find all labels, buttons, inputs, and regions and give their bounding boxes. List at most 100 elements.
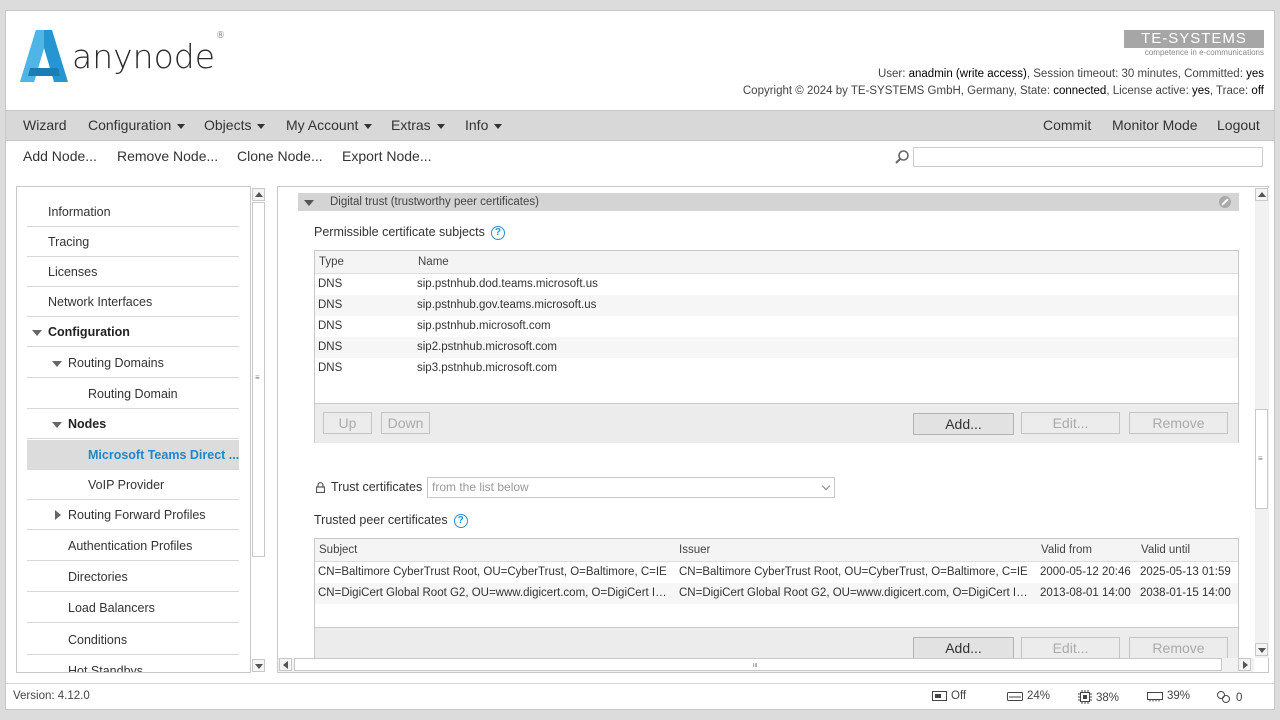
scroll-down-arrow[interactable]	[1255, 643, 1268, 656]
scroll-down-arrow[interactable]	[252, 659, 265, 672]
sidebar-item-licenses[interactable]: Licenses	[27, 257, 239, 287]
table-row[interactable]: DNS sip.pstnhub.microsoft.com	[315, 316, 1238, 337]
expand-right-icon[interactable]	[55, 510, 61, 520]
help-icon[interactable]: ?	[453, 513, 468, 528]
table-row[interactable]: DNS sip.pstnhub.gov.teams.microsoft.us	[315, 295, 1238, 316]
grip-icon: ≡	[750, 662, 760, 668]
chevron-down-icon	[257, 123, 266, 129]
chevron-down-icon	[364, 123, 373, 129]
search-input[interactable]	[913, 147, 1263, 167]
edit-subject-button[interactable]: Edit...	[1021, 412, 1120, 434]
sidebar-item-information[interactable]: Information	[27, 197, 239, 227]
subjects-label: Permissible certificate subjects?	[314, 225, 505, 240]
sidebar-item-routing-forward-profiles[interactable]: Routing Forward Profiles	[27, 500, 239, 530]
expand-down-icon	[304, 200, 314, 206]
session-info: User: anadmin (write access), Session ti…	[877, 68, 1264, 80]
column-header-issuer[interactable]: Issuer	[679, 539, 711, 562]
brand-logo: TE-SYSTEMS	[1124, 30, 1264, 48]
table-header	[315, 251, 1238, 274]
menu-bar: Wizard Configuration Objects My Account …	[6, 110, 1274, 141]
expand-down-icon[interactable]	[52, 361, 62, 367]
grip-icon: ≡	[255, 373, 260, 382]
table-row[interactable]: CN=Baltimore CyberTrust Root, OU=CyberTr…	[315, 562, 1238, 583]
remove-subject-button[interactable]: Remove	[1129, 412, 1228, 434]
subjects-table: Type Name DNS sip.pstnhub.dod.teams.micro…	[314, 250, 1239, 443]
monitor-mode-button[interactable]: Monitor Mode	[1112, 111, 1198, 141]
chevron-down-icon	[436, 123, 445, 129]
sidebar-item-tracing[interactable]: Tracing	[27, 227, 239, 257]
add-subject-button[interactable]: Add...	[913, 413, 1014, 435]
sidebar-item-configuration[interactable]: Configuration	[27, 317, 239, 347]
logout-button[interactable]: Logout	[1217, 111, 1260, 141]
chevron-down-icon	[177, 123, 186, 129]
memory-status[interactable]: 39%	[1147, 690, 1190, 702]
column-header-subject[interactable]: Subject	[319, 539, 358, 562]
commit-button[interactable]: Commit	[1043, 111, 1091, 141]
sidebar-item-nodes[interactable]: Nodes	[27, 409, 239, 439]
cpu-status[interactable]: 38%	[1078, 690, 1119, 704]
trusted-peer-label: Trusted peer certificates?	[314, 513, 468, 528]
state-info: Copyright © 2024 by TE-SYSTEMS GmbH, Ger…	[742, 85, 1264, 97]
menu-configuration[interactable]: Configuration	[88, 111, 186, 141]
trust-certificates-label: Trust certificates	[331, 480, 423, 494]
monitor-icon	[932, 691, 947, 701]
table-row[interactable]: DNS sip3.pstnhub.microsoft.com	[315, 358, 1238, 379]
up-button[interactable]: Up	[323, 412, 372, 434]
chevron-down-icon	[821, 481, 831, 491]
hard-drive-icon	[1007, 692, 1023, 701]
clone-node-button[interactable]: Clone Node...	[237, 148, 323, 164]
sidebar-item-microsoft-teams[interactable]: Microsoft Teams Direct ...	[27, 440, 239, 470]
disk-status[interactable]: 24%	[1007, 690, 1050, 702]
sidebar-item-voip-provider[interactable]: VoIP Provider	[27, 470, 239, 500]
column-header-name[interactable]: Name	[418, 251, 449, 274]
lock-icon	[316, 482, 325, 493]
add-node-button[interactable]: Add Node...	[23, 148, 97, 164]
table-row[interactable]: DNS sip2.pstnhub.microsoft.com	[315, 337, 1238, 358]
sidebar-item-directories[interactable]: Directories	[27, 562, 239, 592]
remove-certificate-button[interactable]: Remove	[1129, 637, 1228, 659]
sidebar-item-authentication-profiles[interactable]: Authentication Profiles	[27, 531, 239, 561]
table-row[interactable]: DNS sip.pstnhub.dod.teams.microsoft.us	[315, 274, 1238, 295]
table-row[interactable]: CN=DigiCert Global Root G2, OU=www.digic…	[315, 583, 1238, 604]
menu-info[interactable]: Info	[465, 111, 503, 141]
node-config-panel: Digital trust (trustworthy peer certific…	[277, 186, 1269, 673]
chevron-down-icon	[494, 123, 503, 129]
app-window: anynode® TE-SYSTEMS competence in e-comm…	[5, 10, 1275, 710]
menu-my-account[interactable]: My Account	[286, 111, 373, 141]
monitor-status[interactable]: Off	[932, 690, 966, 702]
menu-wizard[interactable]: Wizard	[23, 111, 67, 141]
network-icon	[1217, 691, 1230, 703]
help-icon[interactable]: ?	[490, 225, 505, 240]
search-icon	[895, 150, 909, 164]
sidebar-item-network-interfaces[interactable]: Network Interfaces	[27, 287, 239, 317]
menu-extras[interactable]: Extras	[391, 111, 445, 141]
remove-section-icon[interactable]	[1219, 196, 1231, 208]
scroll-up-arrow[interactable]	[252, 188, 265, 201]
sidebar-item-routing-domains[interactable]: Routing Domains	[27, 348, 239, 378]
connections-status[interactable]: 0	[1216, 690, 1242, 704]
column-header-valid-from[interactable]: Valid from	[1041, 539, 1092, 562]
sidebar-item-hot-standbys[interactable]: Hot Standbys	[27, 656, 239, 672]
trust-certificates-select[interactable]: from the list below	[427, 477, 835, 498]
add-certificate-button[interactable]: Add...	[913, 637, 1014, 659]
menu-objects[interactable]: Objects	[204, 111, 266, 141]
expand-down-icon[interactable]	[52, 422, 62, 428]
column-header-valid-until[interactable]: Valid until	[1141, 539, 1191, 562]
scroll-right-arrow[interactable]	[1238, 658, 1251, 671]
sidebar-item-load-balancers[interactable]: Load Balancers	[27, 593, 239, 623]
logo-wordmark: anynode®	[72, 31, 226, 76]
down-button[interactable]: Down	[381, 412, 430, 434]
memory-icon	[1147, 692, 1163, 702]
subjects-button-bar: Up Down Add... Edit... Remove	[315, 403, 1238, 443]
scroll-up-arrow[interactable]	[1255, 188, 1268, 201]
sidebar-item-routing-domain[interactable]: Routing Domain	[27, 379, 239, 409]
column-header-type[interactable]: Type	[319, 251, 344, 274]
export-node-button[interactable]: Export Node...	[342, 148, 432, 164]
section-digital-trust[interactable]: Digital trust (trustworthy peer certific…	[298, 193, 1239, 211]
scroll-left-arrow[interactable]	[279, 658, 292, 671]
expand-down-icon[interactable]	[32, 330, 42, 336]
sidebar-item-conditions[interactable]: Conditions	[27, 625, 239, 655]
edit-certificate-button[interactable]: Edit...	[1021, 637, 1120, 659]
remove-node-button[interactable]: Remove Node...	[117, 148, 218, 164]
table-header	[315, 539, 1238, 562]
